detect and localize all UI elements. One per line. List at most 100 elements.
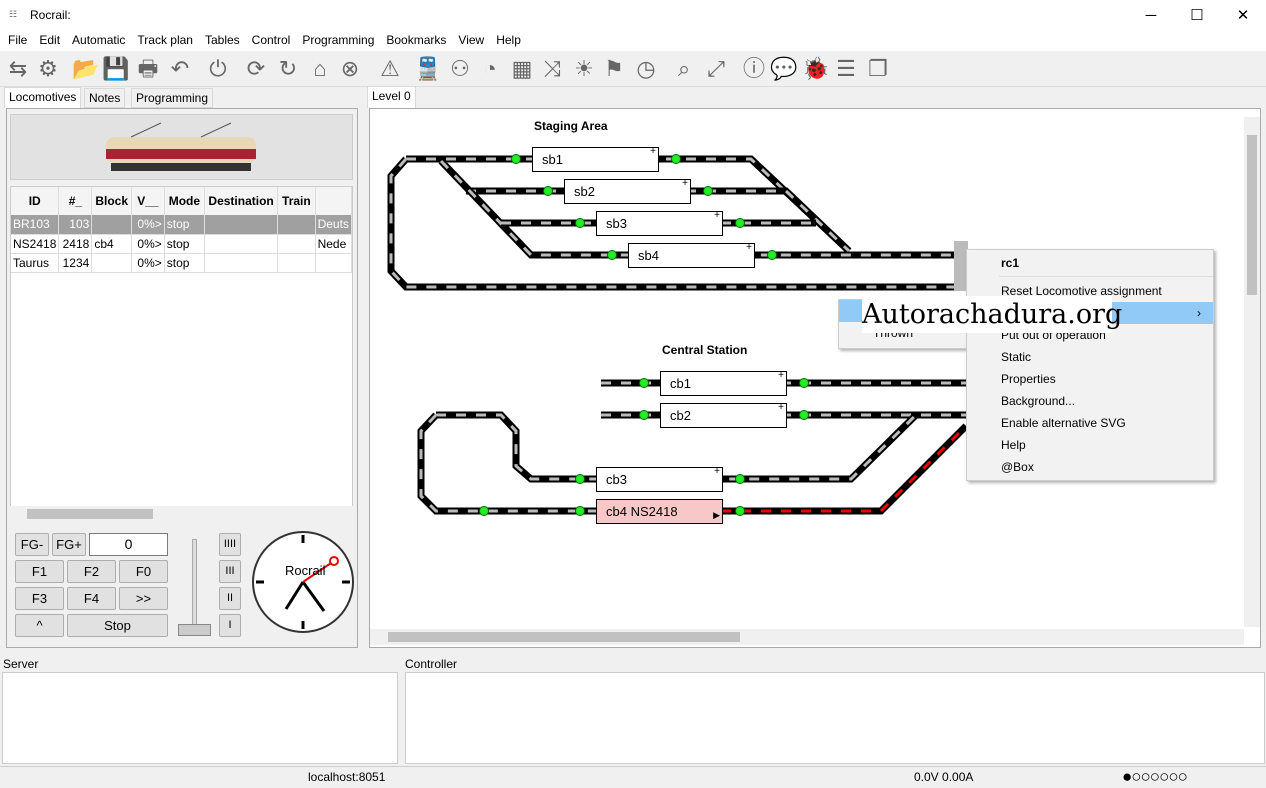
shuffle-icon[interactable]: ⤨ xyxy=(538,55,566,83)
menu-item-properties[interactable]: Properties xyxy=(967,368,1213,390)
warning-icon[interactable]: ⚠ xyxy=(376,55,404,83)
open-icon[interactable]: 📂 xyxy=(72,55,100,83)
bug-icon[interactable]: 🐞 xyxy=(802,55,830,83)
col-number[interactable]: #_ xyxy=(58,187,93,215)
status-power: 0.0V 0.00A xyxy=(914,770,974,784)
speed-field[interactable]: 0 xyxy=(89,533,168,556)
undo-icon[interactable]: ↶ xyxy=(166,55,194,83)
gear-1-button[interactable]: I xyxy=(219,614,241,637)
close-button[interactable]: ✕ xyxy=(1220,0,1266,31)
canvas-horizontal-scrollbar[interactable] xyxy=(370,629,1244,645)
save-icon[interactable]: 💾 xyxy=(102,55,130,83)
table-row[interactable]: BR103 103 0%> stop Deuts xyxy=(11,215,352,235)
tab-programming[interactable]: Programming xyxy=(131,88,214,108)
server-log[interactable] xyxy=(2,672,398,764)
col-block[interactable]: Block xyxy=(91,187,132,215)
menu-help[interactable]: Help xyxy=(490,31,527,51)
menu-control[interactable]: Control xyxy=(246,31,297,51)
col-destination[interactable]: Destination xyxy=(204,187,279,215)
train-icon[interactable]: 🚆 xyxy=(414,55,442,83)
signal-light xyxy=(639,378,649,388)
speed-slider[interactable] xyxy=(192,539,197,634)
menu-automatic[interactable]: Automatic xyxy=(66,31,131,51)
power-icon[interactable]: ⏻ xyxy=(204,55,232,83)
col-description[interactable] xyxy=(315,187,352,215)
block-sb3[interactable]: sb3 + xyxy=(596,210,723,236)
tab-locomotives[interactable]: Locomotives xyxy=(4,87,82,108)
canvas-vertical-scrollbar[interactable] xyxy=(1244,117,1260,627)
menu-programming[interactable]: Programming xyxy=(296,31,380,51)
rotate-icon[interactable]: ↻ xyxy=(274,55,302,83)
connect-icon[interactable]: ⇆ xyxy=(4,55,32,83)
menu-bookmarks[interactable]: Bookmarks xyxy=(380,31,452,51)
menu-view[interactable]: View xyxy=(452,31,490,51)
direction-button[interactable]: ^ xyxy=(15,614,64,637)
gear-2-button[interactable]: II xyxy=(219,587,241,610)
light-icon[interactable]: ☀ xyxy=(570,55,598,83)
f3-button[interactable]: F3 xyxy=(15,587,64,610)
f2-button[interactable]: F2 xyxy=(67,560,116,583)
menu-edit[interactable]: Edit xyxy=(33,31,66,51)
clock: Rocrail xyxy=(251,527,355,637)
block-sb4[interactable]: sb4 + xyxy=(628,242,755,268)
signal-light xyxy=(607,250,617,260)
col-train[interactable]: Train xyxy=(277,187,316,215)
flag-icon[interactable]: ⚑ xyxy=(600,55,628,83)
block-cb3[interactable]: cb3 + xyxy=(596,466,723,492)
fg-plus-button[interactable]: FG+ xyxy=(52,533,86,556)
document-icon[interactable]: ❐ xyxy=(864,55,892,83)
more-functions-button[interactable]: >> xyxy=(119,587,168,610)
menu-item-box[interactable]: @Box xyxy=(967,456,1213,478)
signal-light xyxy=(543,186,553,196)
minimize-button[interactable]: ─ xyxy=(1128,0,1174,31)
chat-icon[interactable]: 💬 xyxy=(770,55,798,83)
gear-4-button[interactable]: IIII xyxy=(219,533,241,556)
block-sb2[interactable]: sb2 + xyxy=(564,178,691,204)
table-row[interactable]: Taurus 1234 0%> stop xyxy=(11,253,352,273)
block-cb1[interactable]: cb1 + xyxy=(660,370,787,396)
fullscreen-icon[interactable]: ⤢ xyxy=(702,55,730,83)
block-sb1[interactable]: sb1 + xyxy=(532,146,659,172)
home-icon[interactable]: ⌂ xyxy=(306,55,334,83)
controller-log[interactable] xyxy=(405,672,1265,764)
menu-bar: File Edit Automatic Track plan Tables Co… xyxy=(0,31,1266,51)
zoom-icon[interactable]: ⌕ xyxy=(670,55,698,83)
info-icon[interactable]: ⓘ xyxy=(740,55,768,83)
menu-item-help[interactable]: Help xyxy=(967,434,1213,456)
menu-track-plan[interactable]: Track plan xyxy=(131,31,199,51)
tab-level-0[interactable]: Level 0 xyxy=(367,86,416,108)
menu-tables[interactable]: Tables xyxy=(199,31,246,51)
speed-slider-handle[interactable] xyxy=(178,624,211,636)
col-mode[interactable]: Mode xyxy=(164,187,206,215)
f4-button[interactable]: F4 xyxy=(67,587,116,610)
menu-item-background[interactable]: Background... xyxy=(967,390,1213,412)
menu-item-alt-svg[interactable]: Enable alternative SVG xyxy=(967,412,1213,434)
block-cb2[interactable]: cb2 + xyxy=(660,402,787,428)
track xyxy=(721,423,969,515)
f0-button[interactable]: F0 xyxy=(119,560,168,583)
signal-light xyxy=(575,218,585,228)
table-horizontal-scrollbar[interactable] xyxy=(10,506,353,522)
col-id[interactable]: ID xyxy=(11,187,60,215)
clock-icon[interactable]: ◷ xyxy=(632,55,660,83)
tab-notes[interactable]: Notes xyxy=(84,88,126,108)
col-speed[interactable]: V__ xyxy=(131,187,165,215)
f1-button[interactable]: F1 xyxy=(15,560,64,583)
table-row[interactable]: NS2418 2418 cb4 0%> stop Nede xyxy=(11,234,352,254)
stop-button[interactable]: Stop xyxy=(67,614,168,637)
signal-light xyxy=(767,250,777,260)
speedometer-icon[interactable]: ◔ xyxy=(476,55,504,83)
list-icon[interactable]: ☰ xyxy=(832,55,860,83)
sync-icon[interactable]: ⟳ xyxy=(242,55,270,83)
menu-file[interactable]: File xyxy=(2,31,33,51)
settings-icon[interactable]: ⚙ xyxy=(34,55,62,83)
cancel-icon[interactable]: ⊗ xyxy=(336,55,364,83)
gear-3-button[interactable]: III xyxy=(219,560,241,583)
block-cb4[interactable]: cb4 NS2418 ▶ xyxy=(596,499,723,524)
maximize-button[interactable]: ☐ xyxy=(1174,0,1220,31)
fg-minus-button[interactable]: FG- xyxy=(15,533,49,556)
print-icon[interactable]: 🖶 xyxy=(134,55,162,83)
menu-item-static[interactable]: Static xyxy=(967,346,1213,368)
loco-icon[interactable]: ⚇ xyxy=(446,55,474,83)
grid-icon[interactable]: ▦ xyxy=(508,55,536,83)
